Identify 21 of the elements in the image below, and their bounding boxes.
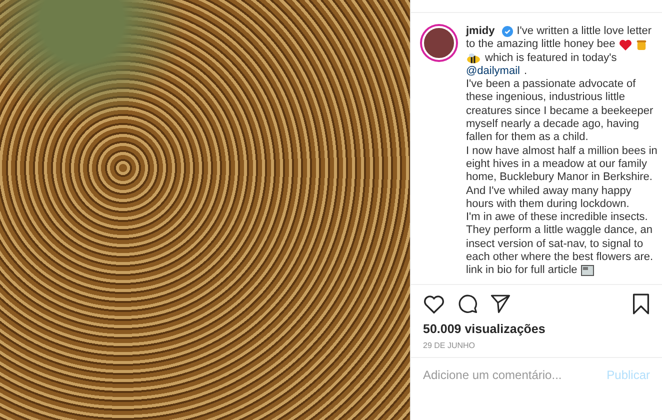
caption-text: .	[524, 64, 528, 78]
caption-text: link in bio for full article	[466, 264, 578, 278]
caption-text: I've written a little love letter	[516, 25, 652, 38]
bee-icon	[466, 52, 481, 64]
username-link[interactable]: jmidy	[466, 25, 495, 38]
caption-text: which is featured in today's	[485, 52, 617, 65]
caption-paragraph: I now have almost half a million bees in eight hives in a meadow at our family home, Bucklebury Manor in Berkshire. And I've whiled away many happy hours with them during lockdown.	[466, 144, 658, 212]
mention-link[interactable]: @dailymail	[466, 64, 520, 78]
caption-paragraph: I've been a passionate advocate of these ingenious, industrious little creatures since I became a beekeeper myself nearly a decade ago, having fallen for them as a child.	[466, 78, 654, 145]
caption-text: to the amazing little honey bee	[466, 38, 616, 52]
post-date: 29 DE JUNHO	[411, 336, 662, 358]
avatar[interactable]	[422, 26, 456, 60]
caption-paragraph: I'm in awe of these incredible insects. They perform a little waggle dance, an insect version of sat-nav, to signal to each other where the best flowers are.	[466, 211, 654, 264]
like-heart-icon[interactable]	[423, 294, 445, 314]
comment-icon[interactable]	[457, 293, 478, 314]
share-icon[interactable]	[490, 293, 511, 314]
newspaper-icon	[581, 265, 594, 276]
honey-pot-icon	[636, 38, 648, 52]
bookmark-icon[interactable]	[632, 292, 650, 315]
heart-icon	[619, 38, 632, 51]
view-count: 50.009 visualizações	[422, 320, 546, 336]
